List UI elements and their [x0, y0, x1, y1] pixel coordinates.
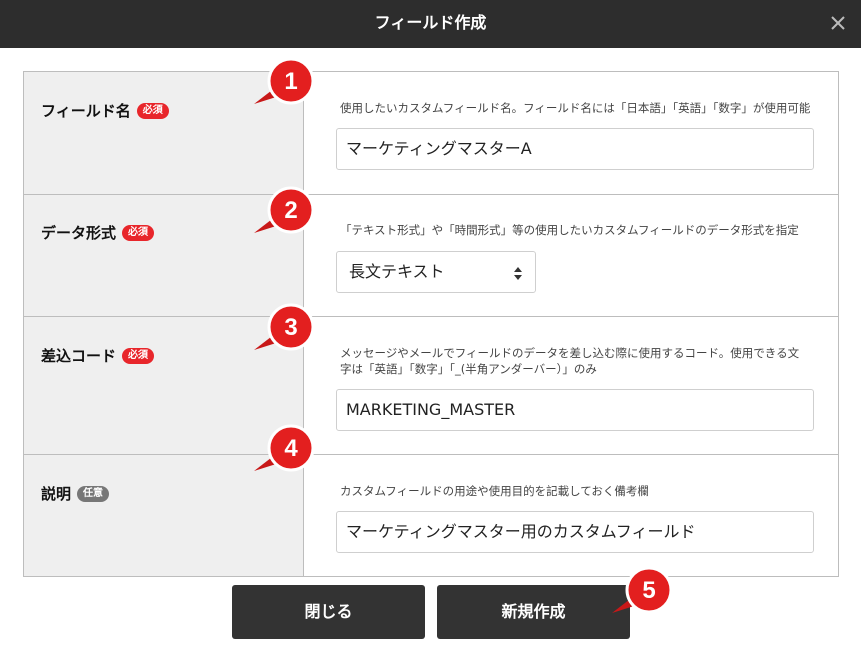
data-type-selected: 長文テキスト	[349, 262, 445, 281]
callout-number: 2	[284, 197, 297, 224]
description-description: カスタムフィールドの用途や使用目的を記載しておく備考欄	[340, 484, 649, 498]
data-type-label: データ形式 必須	[41, 222, 155, 243]
callout-number: 3	[284, 314, 297, 341]
dialog-title: フィールド作成	[374, 13, 487, 32]
field-name-label-text: フィールド名	[41, 102, 131, 120]
merge-code-description-line1: メッセージやメールでフィールドのデータを差し込む際に使用するコード。使用できる文	[340, 346, 800, 360]
field-name-description: 使用したいカスタムフィールド名。フィールド名には「日本語」「英語」「数字」が使用…	[340, 101, 811, 115]
description-label-text: 説明	[41, 485, 72, 503]
callout-number: 5	[642, 577, 655, 604]
merge-code-description: メッセージやメールでフィールドのデータを差し込む際に使用するコード。使用できる文…	[340, 345, 820, 377]
field-name-label: フィールド名 必須	[41, 100, 169, 121]
callout-marker-2: 2	[254, 183, 318, 239]
field-name-input[interactable]: マーケティングマスターA	[336, 128, 814, 170]
select-arrows-icon	[514, 267, 522, 280]
close-button[interactable]	[827, 12, 849, 34]
data-type-description: 「テキスト形式」や「時間形式」等の使用したいカスタムフィールドのデータ形式を指定	[340, 223, 799, 237]
callout-marker-5: 5	[612, 563, 676, 619]
create-button[interactable]: 新規作成	[437, 585, 630, 639]
row-field-name: フィールド名 必須 使用したいカスタムフィールド名。フィールド名には「日本語」「…	[24, 72, 838, 195]
required-badge: 必須	[122, 347, 155, 364]
required-badge: 必須	[136, 102, 169, 119]
callout-marker-1: 1	[254, 54, 318, 110]
callout-number: 4	[284, 435, 298, 462]
callout-number: 1	[284, 68, 297, 95]
close-icon	[831, 16, 845, 30]
callout-marker-4: 4	[254, 421, 318, 477]
close-dialog-button[interactable]: 閉じる	[232, 585, 425, 639]
dialog-titlebar: フィールド作成	[0, 0, 861, 48]
data-type-label-text: データ形式	[41, 224, 117, 242]
merge-code-label: 差込コード 必須	[41, 345, 155, 366]
row-description: 説明 任意 カスタムフィールドの用途や使用目的を記載しておく備考欄 マーケティン…	[24, 455, 838, 576]
description-label: 説明 任意	[41, 483, 110, 504]
optional-badge: 任意	[77, 485, 110, 502]
merge-code-description-line2: 字は「英語」「数字」「_(半角アンダーバー）」のみ	[340, 362, 597, 376]
row-merge-code: 差込コード 必須 メッセージやメールでフィールドのデータを差し込む際に使用するコ…	[24, 317, 838, 455]
data-type-select[interactable]: 長文テキスト	[336, 251, 536, 293]
callout-marker-3: 3	[254, 300, 318, 356]
required-badge: 必須	[122, 224, 155, 241]
row-data-type: データ形式 必須 「テキスト形式」や「時間形式」等の使用したいカスタムフィールド…	[24, 195, 838, 317]
merge-code-input[interactable]: MARKETING_MASTER	[336, 389, 814, 431]
description-input[interactable]: マーケティングマスター用のカスタムフィールド	[336, 511, 814, 553]
merge-code-label-text: 差込コード	[41, 347, 117, 365]
field-form: フィールド名 必須 使用したいカスタムフィールド名。フィールド名には「日本語」「…	[23, 71, 839, 577]
